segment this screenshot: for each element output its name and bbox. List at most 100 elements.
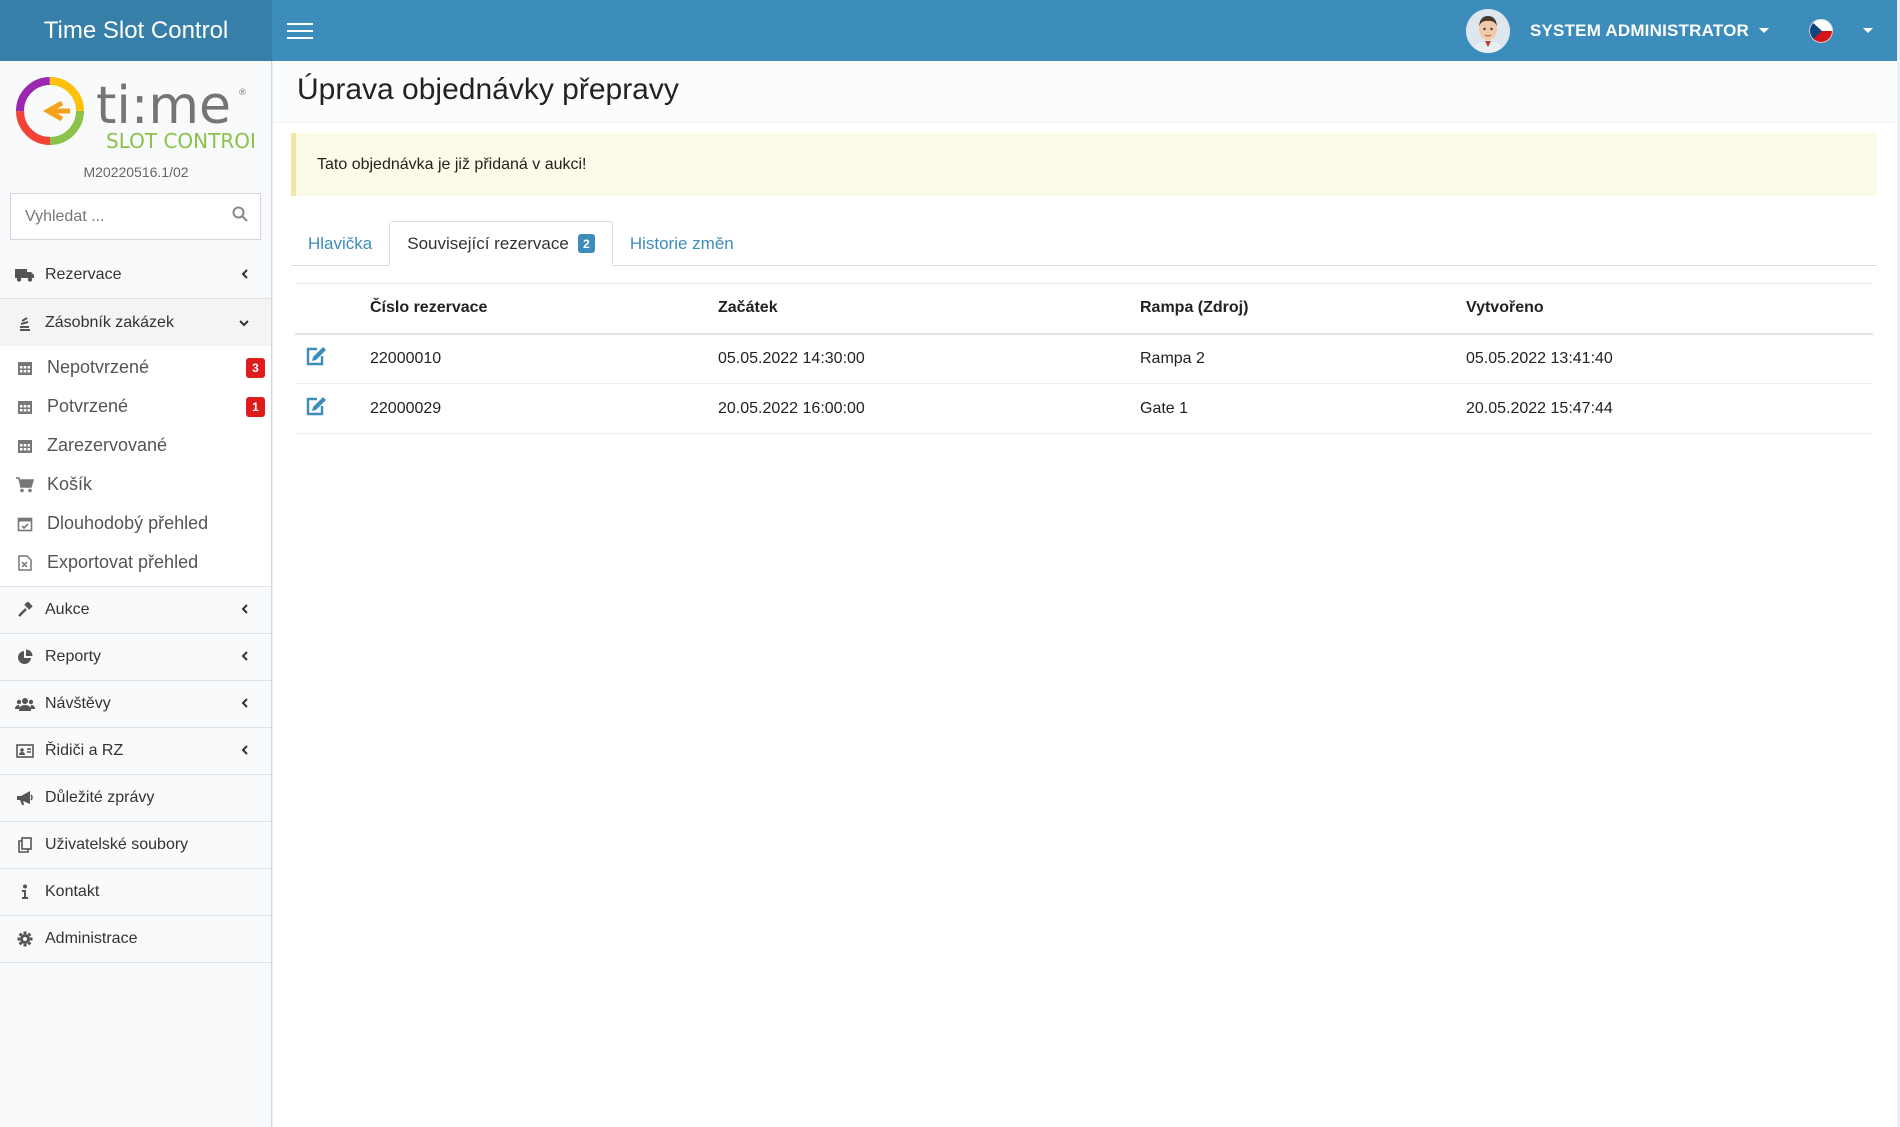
user-name: SYSTEM ADMINISTRATOR [1529, 20, 1749, 40]
search-input[interactable] [25, 207, 232, 226]
sidebar-subitem-label: Dlouhodobý přehled [47, 513, 209, 533]
svg-text:SLOT CONTROL: SLOT CONTROL [106, 129, 254, 153]
info-icon [15, 884, 35, 900]
language-menu[interactable] [1783, 0, 1897, 61]
sidebar-subitem-zarezervovane[interactable]: Zarezervované [0, 426, 271, 465]
calendar-check-icon [15, 515, 35, 533]
chevron-left-icon [241, 601, 249, 619]
tab-souvisejici-rezervace[interactable]: Související rezervace 2 [389, 221, 613, 266]
sidebar-item-ridici-a-rz[interactable]: Řidiči a RZ [0, 728, 271, 775]
sidebar-subitem-nepotvrzene[interactable]: Nepotvrzené 3 [0, 348, 271, 387]
sidebar-item-kontakt[interactable]: Kontakt [0, 869, 271, 916]
svg-text:ti:me: ti:me [96, 76, 231, 136]
megaphone-icon [15, 790, 35, 806]
reservation-start: 20.05.2022 16:00:00 [718, 383, 1140, 434]
app-title[interactable]: Time Slot Control [0, 0, 272, 61]
sidebar-search [10, 193, 261, 240]
reservations-table: Číslo rezervace Začátek Rampa (Zdroj) Vy… [295, 283, 1873, 434]
sidebar-subitem-label: Zarezervované [47, 435, 168, 455]
tab-count-badge: 2 [577, 234, 595, 253]
chevron-left-icon [241, 695, 249, 713]
column-header[interactable]: Začátek [718, 283, 1140, 335]
time-slot-control-logo: ti:me ® SLOT CONTROL [14, 73, 262, 158]
excel-file-icon [15, 554, 35, 572]
chevron-down-icon [239, 314, 249, 332]
users-icon [15, 696, 35, 712]
sidebar-item-label: Uživatelské soubory [45, 836, 189, 853]
sidebar-item-label: Kontakt [45, 883, 100, 900]
sidebar-item-zasobnik-zakazek[interactable]: Zásobník zakázek [0, 299, 271, 346]
caret-down-icon [1863, 28, 1873, 33]
svg-text:®: ® [238, 88, 247, 98]
sidebar-item-reporty[interactable]: Reporty [0, 634, 271, 681]
sidebar-item-label: Návštěvy [45, 695, 111, 712]
sidebar-item-administrace[interactable]: Administrace [0, 916, 271, 963]
sidebar-item-label: Reporty [45, 648, 102, 665]
sidebar-subitem-label: Potvrzené [47, 396, 129, 416]
sidebar-item-label: Rezervace [45, 266, 122, 283]
pie-chart-icon [15, 649, 35, 665]
sidebar-item-uzivatelske-soubory[interactable]: Uživatelské soubory [0, 822, 271, 869]
main-content: Úprava objednávky přepravy Tato objednáv… [273, 61, 1897, 1127]
sidebar-item-label: Administrace [45, 930, 138, 947]
sidebar-item-label: Aukce [45, 601, 90, 618]
tab-historie-zmen[interactable]: Historie změn [613, 221, 751, 266]
table-row: 22000029 20.05.2022 16:00:00 Gate 1 20.0… [295, 383, 1873, 434]
chevron-left-icon [241, 648, 249, 666]
column-header[interactable]: Rampa (Zdroj) [1140, 283, 1466, 335]
page-title: Úprava objednávky přepravy [297, 73, 679, 106]
edit-icon[interactable] [305, 346, 327, 371]
calendar-icon [15, 359, 35, 377]
sidebar-item-label: Důležité zprávy [45, 789, 155, 806]
hamburger-icon [287, 22, 313, 25]
warning-alert: Tato objednávka je již přidaná v aukci! [291, 133, 1877, 196]
truck-icon [15, 267, 35, 283]
user-avatar [1465, 8, 1510, 53]
search-icon[interactable] [232, 206, 248, 227]
alert-text: Tato objednávka je již přidaná v aukci! [317, 155, 587, 173]
count-badge: 3 [246, 357, 265, 378]
sidebar: ti:me ® SLOT CONTROL M20220516.1/02 Reze… [0, 61, 272, 1127]
table-row: 22000010 05.05.2022 14:30:00 Rampa 2 05.… [295, 333, 1873, 384]
id-card-icon [15, 743, 35, 759]
calendar-icon [15, 437, 35, 455]
gear-icon [15, 931, 35, 947]
chevron-left-icon [241, 742, 249, 760]
sidebar-item-navstevy[interactable]: Návštěvy [0, 681, 271, 728]
top-navbar: Time Slot Control SYSTEM ADMINISTRATOR [0, 0, 1897, 61]
sidebar-subitem-potvrzene[interactable]: Potvrzené 1 [0, 387, 271, 426]
cart-icon [15, 476, 35, 494]
sidebar-subitem-exportovat-prehled[interactable]: Exportovat přehled [0, 543, 271, 582]
sidebar-subitem-label: Košík [47, 474, 93, 494]
sidebar-subitem-label: Exportovat přehled [47, 552, 199, 572]
sidebar-subitem-label: Nepotvrzené [47, 357, 150, 377]
files-icon [15, 837, 35, 853]
user-menu[interactable]: SYSTEM ADMINISTRATOR [1465, 0, 1783, 61]
sidebar-item-label: Řidiči a RZ [45, 742, 124, 759]
table-header-row: Číslo rezervace Začátek Rampa (Zdroj) Vy… [295, 283, 1873, 335]
sidebar-item-dulezite-zpravy[interactable]: Důležité zprávy [0, 775, 271, 822]
caret-down-icon [1759, 28, 1769, 33]
sidebar-subitem-kosik[interactable]: Košík [0, 465, 271, 504]
reservation-created: 05.05.2022 13:41:40 [1466, 333, 1873, 384]
submenu-zasobnik: Nepotvrzené 3 Potvrzené 1 Zarezervované … [0, 346, 271, 587]
czech-flag-icon [1809, 18, 1833, 43]
column-header[interactable]: Číslo rezervace [370, 283, 718, 335]
sidebar-item-label: Zásobník zakázek [45, 313, 174, 331]
reservation-number: 22000010 [370, 333, 718, 384]
stack-icon [15, 315, 35, 331]
app-version: M20220516.1/02 [83, 164, 189, 180]
edit-icon[interactable] [305, 396, 327, 421]
reservation-number: 22000029 [370, 383, 718, 434]
count-badge: 1 [246, 396, 265, 417]
sidebar-toggle-button[interactable] [272, 0, 328, 61]
reservation-start: 05.05.2022 14:30:00 [718, 333, 1140, 384]
reservation-ramp: Gate 1 [1140, 383, 1466, 434]
column-header[interactable]: Vytvořeno [1466, 283, 1873, 335]
sidebar-item-aukce[interactable]: Aukce [0, 587, 271, 634]
chevron-left-icon [241, 266, 249, 284]
sidebar-subitem-dlouhodoby-prehled[interactable]: Dlouhodobý přehled [0, 504, 271, 543]
tab-hlavicka[interactable]: Hlavička [291, 221, 389, 266]
sidebar-item-rezervace[interactable]: Rezervace [0, 252, 271, 299]
tabs: Hlavička Související rezervace 2 Histori… [291, 221, 1877, 266]
